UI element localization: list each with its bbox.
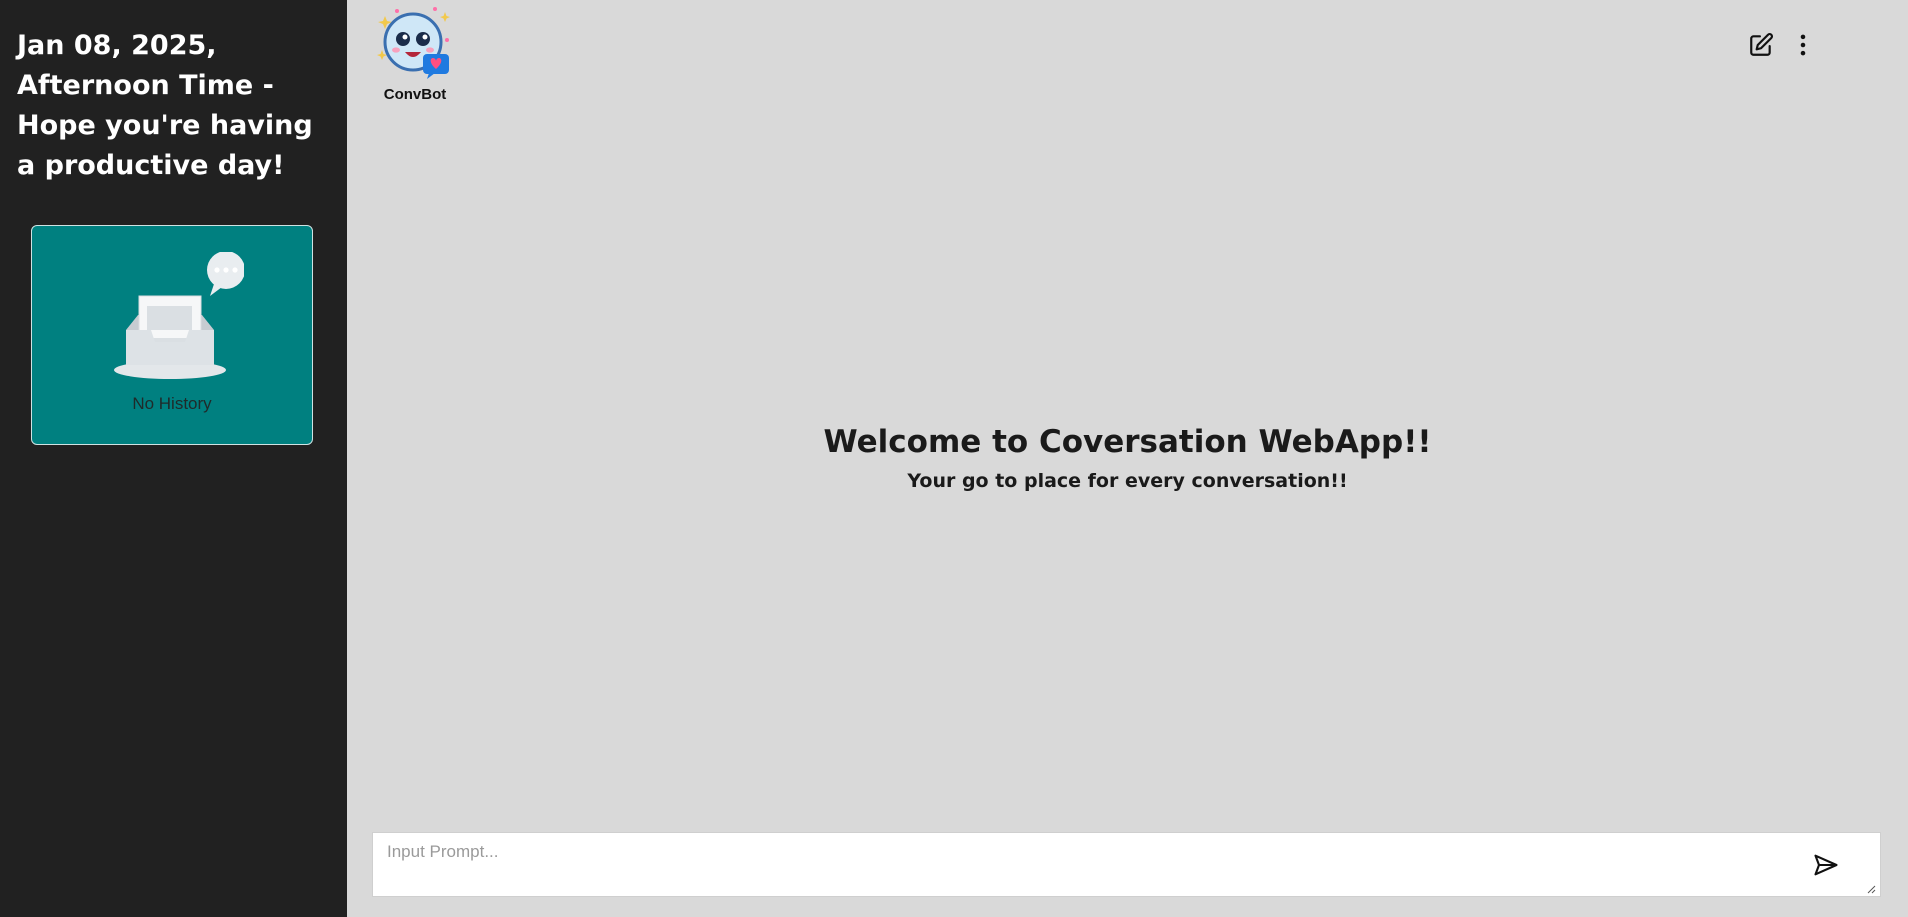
- send-icon[interactable]: [1812, 851, 1840, 879]
- more-vertical-icon: [1800, 34, 1806, 56]
- welcome-title: Welcome to Coversation WebApp!!: [823, 424, 1432, 460]
- welcome-section: Welcome to Coversation WebApp!! Your go …: [347, 424, 1908, 492]
- edit-icon: [1750, 33, 1773, 56]
- more-options-button[interactable]: [1788, 30, 1818, 60]
- history-panel: No History: [31, 225, 313, 445]
- greeting-text: Jan 08, 2025, Afternoon Time - Hope you'…: [17, 30, 313, 181]
- header-actions: [1746, 30, 1818, 60]
- edit-button[interactable]: [1746, 30, 1776, 60]
- brand-name: ConvBot: [383, 86, 447, 103]
- no-history-label: No History: [132, 394, 212, 413]
- resize-grip-icon[interactable]: [1866, 884, 1876, 894]
- welcome-subtitle: Your go to place for every conversation!…: [907, 470, 1348, 492]
- prompt-input[interactable]: [373, 833, 1880, 896]
- main-panel: ConvBot Welcome to Coversation WebApp!! …: [347, 0, 1908, 917]
- convbot-avatar-icon: [377, 7, 450, 79]
- brand[interactable]: ConvBot: [374, 6, 456, 103]
- sidebar: Jan 08, 2025, Afternoon Time - Hope you'…: [0, 0, 347, 917]
- prompt-box: [372, 832, 1881, 897]
- empty-inbox-icon: [114, 252, 244, 379]
